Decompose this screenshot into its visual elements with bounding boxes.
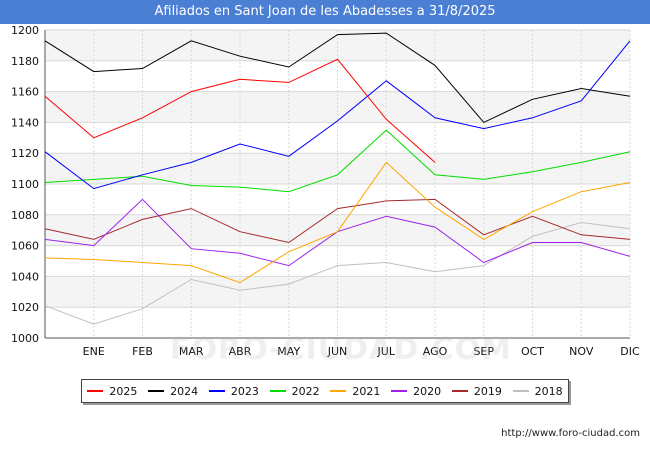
y-tick-label: 1040 — [11, 270, 39, 283]
legend-item-2025: 2025 — [87, 385, 137, 398]
y-tick-label: 1160 — [11, 86, 39, 99]
legend-swatch — [391, 390, 408, 392]
y-tick-label: 1180 — [11, 55, 39, 68]
x-tick-label: DIC — [620, 345, 640, 358]
source-url: http://www.foro-ciudad.com — [501, 428, 640, 439]
legend-label: 2024 — [170, 384, 199, 398]
legend-swatch — [451, 390, 468, 392]
y-tick-label: 1060 — [11, 240, 39, 253]
legend-swatch — [208, 390, 225, 392]
legend-item-2023: 2023 — [208, 384, 259, 398]
y-tick-label: 1200 — [11, 24, 39, 37]
watermark: FORO-CIUDAD.COM — [170, 332, 512, 367]
x-tick-label: NOV — [569, 345, 594, 358]
chart-legend: 2025 2024 2023 2022 2021 2020 2019 2018 — [81, 379, 569, 403]
legend-swatch — [330, 390, 347, 392]
legend-swatch — [512, 390, 529, 392]
y-tick-label: 1000 — [11, 332, 39, 345]
legend-label: 2020 — [413, 384, 442, 398]
x-tick-label: ENE — [83, 345, 105, 358]
legend-label: 2022 — [291, 384, 320, 398]
legend-item-2018: 2018 — [512, 384, 563, 398]
legend-swatch — [87, 390, 104, 392]
y-tick-label: 1120 — [11, 147, 39, 160]
legend-swatch — [269, 390, 286, 392]
legend-item-2022: 2022 — [269, 384, 320, 398]
x-tick-label: FEB — [132, 345, 153, 358]
legend-swatch — [148, 390, 165, 392]
legend-item-2019: 2019 — [451, 384, 502, 398]
legend-label: 2021 — [352, 384, 381, 398]
legend-label: 2025 — [109, 384, 138, 398]
x-tick-label: OCT — [521, 345, 544, 358]
legend-label: 2023 — [230, 384, 259, 398]
y-tick-label: 1020 — [11, 301, 39, 314]
legend-item-2021: 2021 — [330, 385, 380, 398]
legend-label: 2019 — [473, 384, 502, 398]
y-tick-label: 1100 — [11, 178, 39, 191]
y-tick-label: 1080 — [11, 209, 39, 222]
legend-item-2024: 2024 — [148, 385, 198, 398]
legend-item-2020: 2020 — [391, 385, 441, 398]
y-tick-label: 1140 — [11, 116, 39, 129]
legend-label: 2018 — [534, 384, 563, 398]
